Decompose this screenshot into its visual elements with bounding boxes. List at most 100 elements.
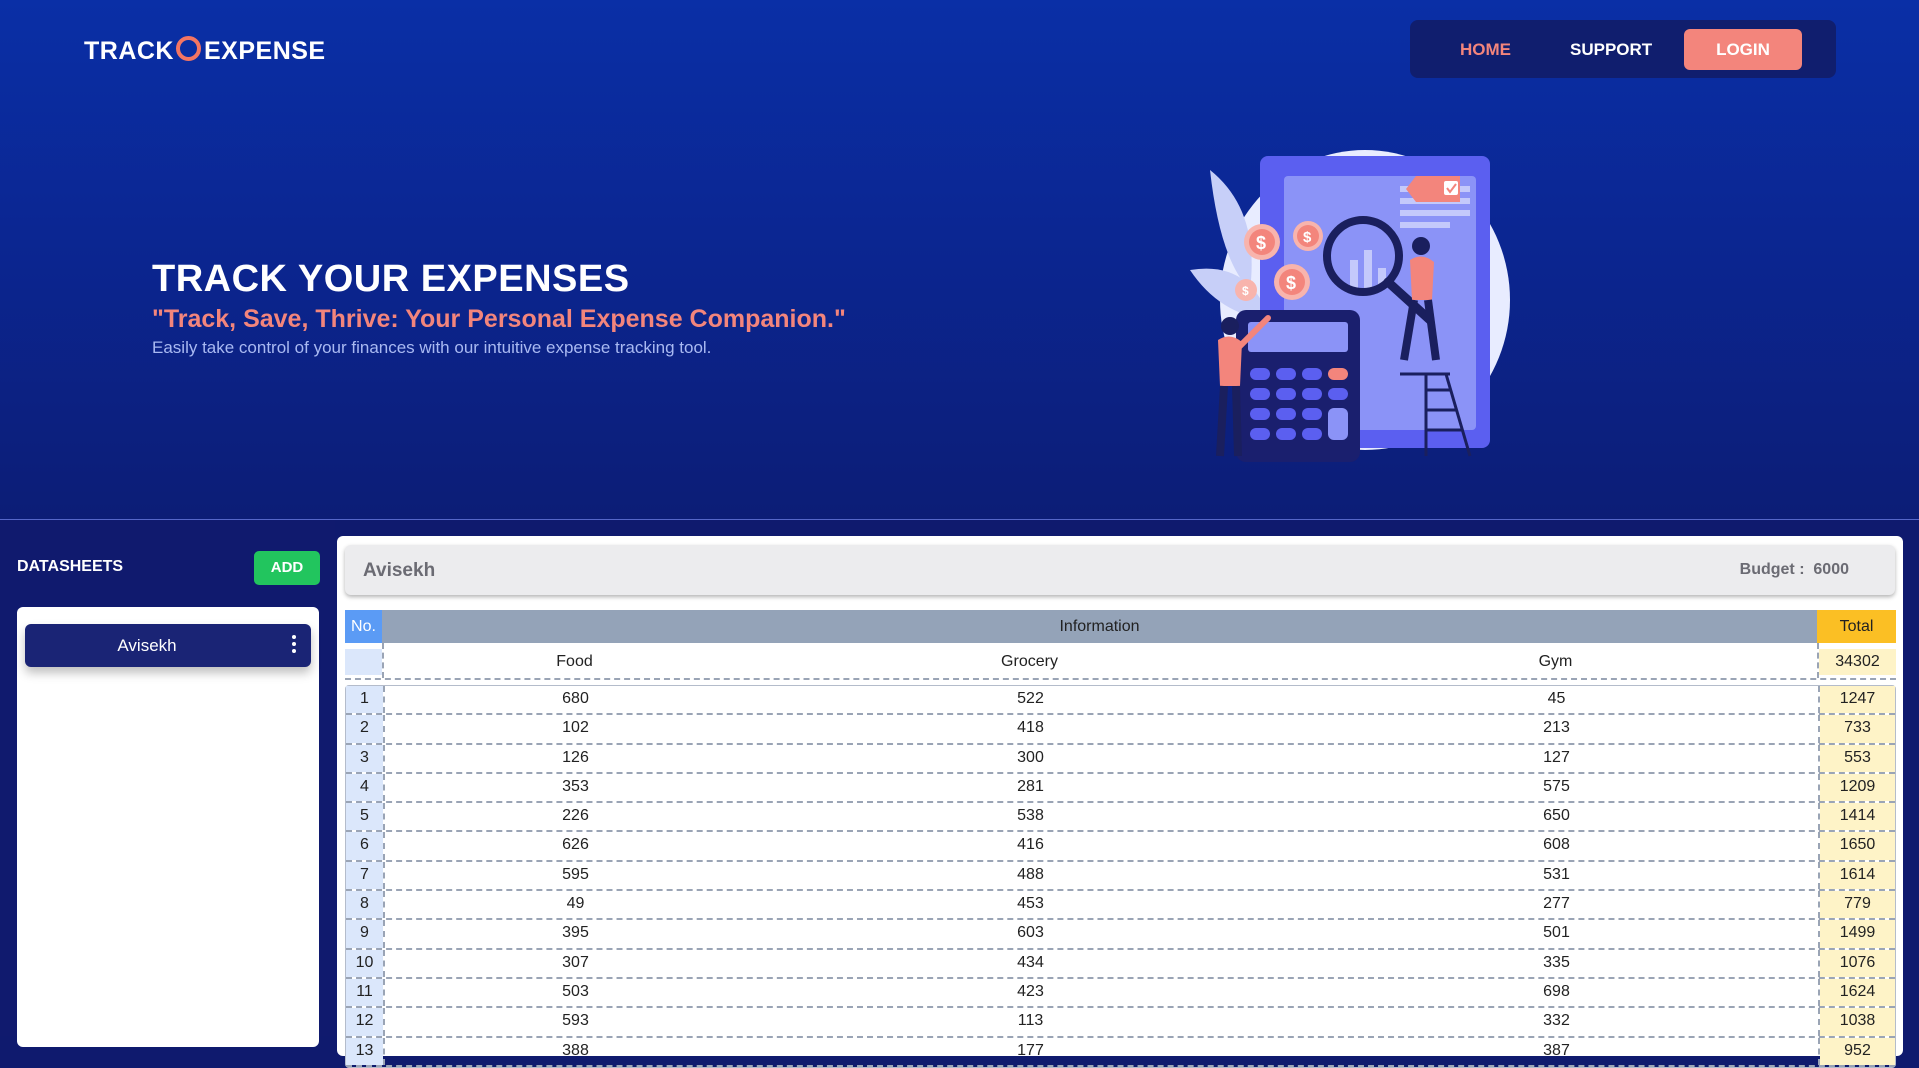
- grand-total: 34302: [1819, 649, 1896, 675]
- table-row[interactable]: 5 226 538 650 1414: [346, 803, 1895, 833]
- expense-cell[interactable]: 49: [383, 891, 768, 917]
- expense-cell[interactable]: 387: [1293, 1038, 1820, 1064]
- expense-cell[interactable]: 335: [1293, 950, 1820, 976]
- row-total: 952: [1820, 1037, 1895, 1065]
- expense-cell[interactable]: 226: [383, 803, 768, 829]
- category-header[interactable]: Food: [382, 653, 767, 671]
- row-total: 733: [1820, 715, 1895, 743]
- expense-cell[interactable]: 281: [768, 774, 1293, 800]
- table-row[interactable]: 11 503 423 698 1624: [346, 978, 1895, 1009]
- brand-logo[interactable]: TRACK EXPENSE: [84, 36, 326, 66]
- expense-cell[interactable]: 127: [1293, 745, 1820, 771]
- expense-cell[interactable]: 593: [383, 1008, 768, 1034]
- row-number: 2: [346, 715, 383, 743]
- expense-cell[interactable]: 395: [383, 920, 768, 946]
- row-number: 7: [346, 861, 383, 890]
- expense-cell[interactable]: 575: [1293, 774, 1820, 800]
- sheet-header: Avisekh Budget : 6000: [345, 545, 1895, 595]
- table-row[interactable]: 3 126 300 127 553: [346, 744, 1895, 774]
- row-number: 6: [346, 832, 383, 860]
- expense-cell[interactable]: 603: [768, 920, 1293, 946]
- hero-subtitle: Easily take control of your finances wit…: [152, 338, 712, 357]
- expense-cell[interactable]: 595: [383, 862, 768, 888]
- logo-circle-icon: [176, 36, 201, 61]
- expense-cell[interactable]: 388: [383, 1038, 768, 1064]
- expense-cell[interactable]: 113: [768, 1008, 1293, 1034]
- expense-cell[interactable]: 538: [768, 803, 1293, 829]
- expense-cell[interactable]: 213: [1293, 715, 1820, 741]
- expense-cell[interactable]: 300: [768, 745, 1293, 771]
- row-number: 10: [346, 949, 383, 977]
- expense-cell[interactable]: 353: [383, 774, 768, 800]
- table-row[interactable]: 6 626 416 608 1650: [346, 832, 1895, 862]
- expense-cell[interactable]: 522: [768, 686, 1293, 712]
- expense-cell[interactable]: 698: [1293, 979, 1820, 1005]
- no-column-header: No.: [345, 610, 382, 643]
- table-row[interactable]: 8 49 453 277 779: [346, 891, 1895, 921]
- total-column-header: Total: [1817, 610, 1896, 643]
- expense-cell[interactable]: 423: [768, 979, 1293, 1005]
- expense-cell[interactable]: 531: [1293, 862, 1820, 888]
- table-row[interactable]: 7 595 488 531 1614: [346, 861, 1895, 892]
- information-header: Information: [382, 610, 1817, 643]
- table-row[interactable]: 10 307 434 335 1076: [346, 949, 1895, 979]
- nav-support-link[interactable]: SUPPORT: [1570, 40, 1652, 60]
- svg-text:$: $: [1286, 273, 1296, 293]
- table-row[interactable]: 2 102 418 213 733: [346, 715, 1895, 745]
- expense-cell[interactable]: 501: [1293, 920, 1820, 946]
- datasheet-item[interactable]: Avisekh: [25, 624, 311, 667]
- expense-cell[interactable]: 488: [768, 862, 1293, 888]
- expense-cell[interactable]: 102: [383, 715, 768, 741]
- category-no-cell: [345, 649, 382, 675]
- row-number: 12: [346, 1008, 383, 1036]
- expense-cell[interactable]: 418: [768, 715, 1293, 741]
- datasheets-title: DATASHEETS: [17, 558, 124, 575]
- more-options-icon[interactable]: [291, 633, 297, 657]
- datasheet-list: Avisekh: [17, 607, 319, 1047]
- row-total: 1247: [1820, 686, 1895, 714]
- login-button[interactable]: LOGIN: [1684, 29, 1802, 70]
- row-total: 1209: [1820, 773, 1895, 802]
- row-total: 1614: [1820, 861, 1895, 890]
- expense-cell[interactable]: 626: [383, 832, 768, 858]
- expense-cell[interactable]: 45: [1293, 686, 1820, 712]
- table-header-row: No. Information Total: [345, 610, 1896, 643]
- expense-cell[interactable]: 126: [383, 745, 768, 771]
- finance-illustration: $ $ $ $: [1190, 150, 1510, 462]
- row-number: 9: [346, 920, 383, 948]
- row-total: 1624: [1820, 978, 1895, 1007]
- row-number: 1: [346, 686, 383, 714]
- row-number: 5: [346, 803, 383, 831]
- table-row[interactable]: 4 353 281 575 1209: [346, 773, 1895, 804]
- expense-cell[interactable]: 650: [1293, 803, 1820, 829]
- category-header[interactable]: Grocery: [767, 653, 1292, 671]
- category-header[interactable]: Gym: [1292, 653, 1819, 671]
- expense-cell[interactable]: 503: [383, 979, 768, 1005]
- table-row[interactable]: 9 395 603 501 1499: [346, 920, 1895, 950]
- table-row[interactable]: 13 388 177 387 952: [346, 1037, 1895, 1067]
- nav-home-link[interactable]: HOME: [1460, 40, 1511, 60]
- expense-cell[interactable]: 453: [768, 891, 1293, 917]
- category-header-row: Food Grocery Gym 34302: [345, 643, 1896, 680]
- table-body: 1 680 522 45 1247 2 102 418 213 733 3 126 300 127 553 4…: [345, 685, 1896, 1068]
- table-row[interactable]: 1 680 522 45 1247: [346, 686, 1895, 716]
- svg-text:$: $: [1256, 233, 1266, 253]
- row-total: 1076: [1820, 949, 1895, 977]
- expense-cell[interactable]: 177: [768, 1038, 1293, 1064]
- row-total: 553: [1820, 744, 1895, 772]
- expense-cell[interactable]: 434: [768, 950, 1293, 976]
- row-number: 4: [346, 773, 383, 802]
- expense-cell[interactable]: 332: [1293, 1008, 1820, 1034]
- datasheet-panel: Avisekh Budget : 6000 No. Information To…: [337, 536, 1903, 1068]
- hero-title: TRACK YOUR EXPENSES: [152, 258, 630, 300]
- budget-display: Budget : 6000: [1740, 561, 1849, 579]
- expense-cell[interactable]: 307: [383, 950, 768, 976]
- row-total: 1414: [1820, 803, 1895, 831]
- expense-cell[interactable]: 416: [768, 832, 1293, 858]
- expense-cell[interactable]: 277: [1293, 891, 1820, 917]
- table-row[interactable]: 12 593 113 332 1038: [346, 1008, 1895, 1038]
- add-datasheet-button[interactable]: ADD: [254, 551, 320, 585]
- expense-cell[interactable]: 680: [383, 686, 768, 712]
- datasheets-sidebar: DATASHEETS ADD Avisekh: [0, 520, 335, 1047]
- expense-cell[interactable]: 608: [1293, 832, 1820, 858]
